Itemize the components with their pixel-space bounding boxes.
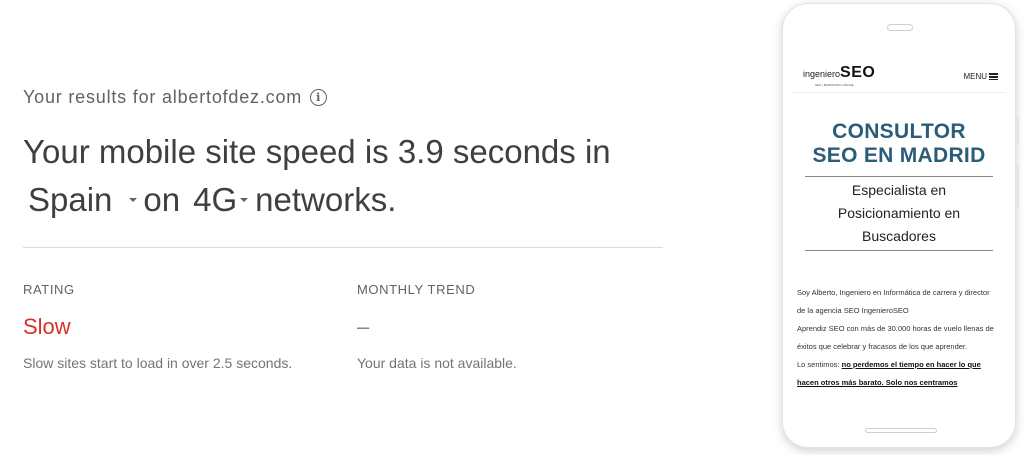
hero-subtitle-line: Buscadores [862, 228, 936, 244]
phone-mockup: ingeniero SEO SEO | MARKETING ONLINE MEN… [782, 3, 1019, 448]
hero-subtitle: Especialista en Posicionamiento en Busca… [792, 179, 1006, 248]
hero-divider [805, 176, 993, 177]
chevron-down-icon [240, 198, 249, 202]
logo-main: SEO [840, 64, 876, 81]
network-dropdown[interactable]: 4G [193, 176, 255, 224]
rating-value: Slow [23, 314, 71, 339]
trend-label: MONTHLY TREND [357, 282, 476, 297]
phone-speaker [887, 24, 913, 31]
hero-divider [805, 250, 993, 251]
site-header: ingeniero SEO SEO | MARKETING ONLINE MEN… [792, 56, 1006, 93]
phone-side-button [1016, 164, 1019, 208]
menu-button[interactable]: MENU [963, 72, 998, 82]
rating-label: RATING [23, 282, 75, 297]
results-for-label: Your results for albertofdez.com [23, 87, 303, 107]
hero-subtitle-line: Especialista en [851, 182, 947, 198]
phone-home-indicator [865, 428, 937, 433]
speed-results-page: Your results for albertofdez.com i Your … [0, 0, 1030, 455]
speed-headline: Your mobile site speed is 3.9 seconds in… [23, 128, 663, 224]
intro-paragraph: Lo sentimos: no perdemos el tiempo en ha… [797, 356, 1000, 392]
results-header: Your results for albertofdez.com i [23, 87, 328, 108]
headline-suffix: networks. [255, 181, 397, 218]
network-value: 4G [193, 181, 238, 218]
trend-section: MONTHLY TREND – Your data is not availab… [357, 282, 517, 371]
hero-title: CONSULTOR SEO EN MADRID [792, 120, 1006, 168]
phone-screen: ingeniero SEO SEO | MARKETING ONLINE MEN… [792, 56, 1006, 412]
logo-tagline: SEO | MARKETING ONLINE [815, 83, 854, 87]
trend-value: – [357, 314, 370, 339]
intro-text: Soy Alberto, Ingeniero en Informática de… [792, 284, 1006, 392]
intro-plain-text: Lo sentimos: [797, 360, 842, 369]
site-logo[interactable]: ingeniero SEO SEO | MARKETING ONLINE [803, 64, 875, 87]
country-dropdown[interactable]: Spain [28, 176, 143, 224]
phone-side-button [1016, 116, 1019, 144]
headline-line-2: Spain on 4G networks. [23, 176, 663, 224]
hero-subtitle-line: Posicionamiento en [837, 205, 961, 221]
menu-label: MENU [963, 72, 987, 82]
trend-description: Your data is not available. [357, 355, 517, 371]
rating-description: Slow sites start to load in over 2.5 sec… [23, 355, 293, 371]
info-icon[interactable]: i [310, 89, 328, 106]
hero-title-line: CONSULTOR [832, 120, 966, 143]
section-divider [23, 247, 663, 248]
logo-prefix: ingeniero [803, 69, 841, 79]
rating-section: RATING Slow Slow sites start to load in … [23, 282, 292, 371]
chevron-down-icon [129, 198, 138, 202]
hamburger-icon [989, 72, 998, 82]
intro-paragraph: Soy Alberto, Ingeniero en Informática de… [797, 288, 990, 315]
headline-text: Your mobile site speed is 3.9 seconds in [23, 133, 611, 170]
headline-line-1: Your mobile site speed is 3.9 seconds in [23, 128, 663, 176]
intro-paragraph: Aprendiz SEO con más de 30.000 horas de … [797, 324, 994, 351]
headline-connector: on [143, 181, 181, 218]
hero-title-line: SEO EN MADRID [812, 144, 986, 167]
country-value: Spain [28, 181, 113, 218]
